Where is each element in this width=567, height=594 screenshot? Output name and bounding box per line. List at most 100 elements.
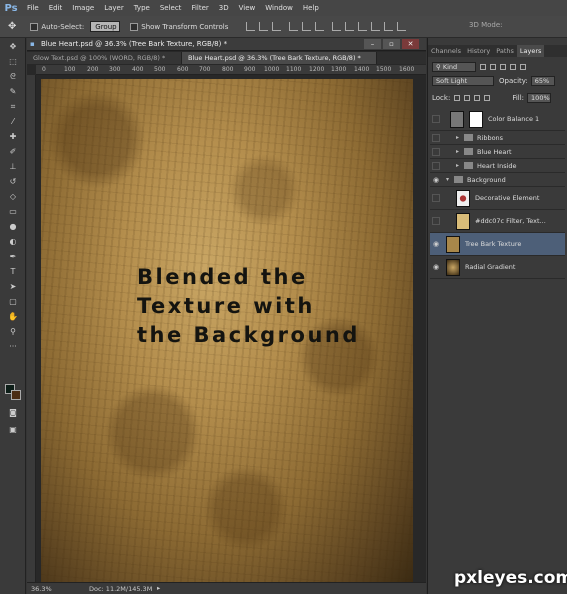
menu-view[interactable]: View: [234, 0, 261, 16]
pen-tool-icon[interactable]: ✒: [2, 250, 24, 263]
tab-paths[interactable]: Paths: [493, 45, 517, 57]
filter-smart-object-icon[interactable]: [520, 64, 526, 70]
marquee-tool-icon[interactable]: ⬚: [2, 55, 24, 68]
tab-channels[interactable]: Channels: [428, 45, 464, 57]
history-brush-tool-icon[interactable]: ↺: [2, 175, 24, 188]
lock-position-icon[interactable]: [474, 95, 481, 101]
crop-tool-icon[interactable]: ⌗: [2, 100, 24, 113]
brush-tool-icon[interactable]: ✐: [2, 145, 24, 158]
layer-row[interactable]: Color Balance 1: [430, 108, 565, 131]
hand-tool-icon[interactable]: ✋: [2, 310, 24, 323]
visibility-toggle[interactable]: [432, 194, 440, 202]
menu-filter[interactable]: Filter: [186, 0, 213, 16]
auto-select-dropdown[interactable]: Group: [90, 21, 121, 32]
dodge-tool-icon[interactable]: ◐: [2, 235, 24, 248]
eye-icon[interactable]: ◉: [430, 263, 442, 271]
align-top-icon[interactable]: [246, 22, 256, 31]
tab-blue-heart[interactable]: Blue Heart.psd @ 36.3% (Tree Bark Textur…: [182, 52, 377, 64]
align-center-icon[interactable]: [302, 22, 312, 31]
distribute-middle-icon[interactable]: [345, 22, 355, 31]
tab-glow-text[interactable]: Glow Text.psd @ 100% (WORD, RGB/8) *: [27, 52, 182, 64]
layer-group-row[interactable]: ▸ Heart Inside: [430, 159, 565, 173]
layer-row[interactable]: ◉ Radial Gradient: [430, 256, 565, 279]
filter-type-icon[interactable]: [500, 64, 506, 70]
background-color-swatch[interactable]: [11, 390, 21, 400]
lock-image-icon[interactable]: [464, 95, 471, 101]
distribute-top-icon[interactable]: [332, 22, 342, 31]
filter-pixel-icon[interactable]: [480, 64, 486, 70]
more-tools-icon[interactable]: ···: [2, 340, 24, 353]
zoom-level[interactable]: 36.3%: [31, 585, 52, 593]
layer-group-row[interactable]: ▸ Blue Heart: [430, 145, 565, 159]
eyedropper-tool-icon[interactable]: ⁄: [2, 115, 24, 128]
align-right-icon[interactable]: [315, 22, 325, 31]
filter-adjustment-icon[interactable]: [490, 64, 496, 70]
collapse-arrow-icon[interactable]: ▾: [446, 176, 454, 183]
distribute-center-icon[interactable]: [384, 22, 394, 31]
zoom-tool-icon[interactable]: ⚲: [2, 325, 24, 338]
kind-filter-dropdown[interactable]: ⚲ Kind: [432, 62, 476, 72]
layer-row-selected[interactable]: ◉ Tree Bark Texture: [430, 233, 565, 256]
tab-history[interactable]: History: [464, 45, 493, 57]
filter-shape-icon[interactable]: [510, 64, 516, 70]
align-left-icon[interactable]: [289, 22, 299, 31]
checkbox-box[interactable]: [130, 22, 139, 31]
type-tool-icon[interactable]: T: [2, 265, 24, 278]
align-middle-icon[interactable]: [259, 22, 269, 31]
expand-arrow-icon[interactable]: ▸: [456, 148, 464, 155]
menu-image[interactable]: Image: [67, 0, 99, 16]
move-tool-icon[interactable]: ✥: [2, 40, 24, 53]
blur-tool-icon[interactable]: ●: [2, 220, 24, 233]
menu-select[interactable]: Select: [155, 0, 187, 16]
eraser-tool-icon[interactable]: ◇: [2, 190, 24, 203]
checkbox-box[interactable]: [30, 22, 39, 31]
lock-transparency-icon[interactable]: [454, 95, 461, 101]
lasso-tool-icon[interactable]: ᘓ: [2, 70, 24, 83]
clone-stamp-tool-icon[interactable]: ⊥: [2, 160, 24, 173]
fill-field[interactable]: 100%: [527, 93, 552, 103]
expand-arrow-icon[interactable]: ▸: [456, 134, 464, 141]
layer-group-row[interactable]: ▸ Ribbons: [430, 131, 565, 145]
gradient-tool-icon[interactable]: ▭: [2, 205, 24, 218]
distribute-left-icon[interactable]: [371, 22, 381, 31]
distribute-right-icon[interactable]: [397, 22, 407, 31]
tab-layers[interactable]: Layers: [516, 45, 545, 57]
screen-mode-icon[interactable]: ▣: [2, 423, 24, 436]
status-arrow-icon[interactable]: ▸: [157, 584, 160, 592]
healing-brush-tool-icon[interactable]: ✚: [2, 130, 24, 143]
menu-layer[interactable]: Layer: [99, 0, 129, 16]
menu-3d[interactable]: 3D: [214, 0, 234, 16]
visibility-toggle[interactable]: [432, 217, 440, 225]
distribute-bottom-icon[interactable]: [358, 22, 368, 31]
move-tool-icon[interactable]: ✥: [8, 21, 16, 32]
menu-type[interactable]: Type: [129, 0, 155, 16]
eye-icon[interactable]: ◉: [430, 240, 442, 248]
align-bottom-icon[interactable]: [272, 22, 282, 31]
quick-select-tool-icon[interactable]: ✎: [2, 85, 24, 98]
lock-all-icon[interactable]: [484, 95, 491, 101]
canvas[interactable]: Blended the Texture with the Background: [41, 79, 413, 584]
menu-window[interactable]: Window: [260, 0, 298, 16]
blend-mode-dropdown[interactable]: Soft Light: [432, 76, 494, 86]
layer-row[interactable]: Decorative Element: [430, 187, 565, 210]
opacity-field[interactable]: 65%: [530, 76, 555, 86]
menu-file[interactable]: File: [22, 0, 44, 16]
visibility-toggle[interactable]: [432, 115, 440, 123]
quick-mask-icon[interactable]: ◙: [2, 406, 24, 419]
auto-select-checkbox[interactable]: Auto-Select:: [30, 22, 84, 31]
eye-icon[interactable]: ◉: [430, 176, 442, 184]
path-selection-tool-icon[interactable]: ➤: [2, 280, 24, 293]
visibility-toggle[interactable]: [432, 161, 440, 170]
document-title-bar[interactable]: ▪ Blue Heart.psd @ 36.3% (Tree Bark Text…: [27, 38, 426, 51]
layer-group-row[interactable]: ◉ ▾ Background: [430, 173, 565, 187]
close-icon[interactable]: ✕: [402, 39, 419, 49]
layer-row[interactable]: #ddc07c Filter, Text...: [430, 210, 565, 233]
minimize-icon[interactable]: –: [364, 39, 381, 49]
maximize-icon[interactable]: ▫: [383, 39, 400, 49]
menu-help[interactable]: Help: [298, 0, 324, 16]
expand-arrow-icon[interactable]: ▸: [456, 162, 464, 169]
menu-edit[interactable]: Edit: [44, 0, 68, 16]
shape-tool-icon[interactable]: ▢: [2, 295, 24, 308]
visibility-toggle[interactable]: [432, 133, 440, 142]
transform-controls-checkbox[interactable]: Show Transform Controls: [130, 22, 228, 31]
